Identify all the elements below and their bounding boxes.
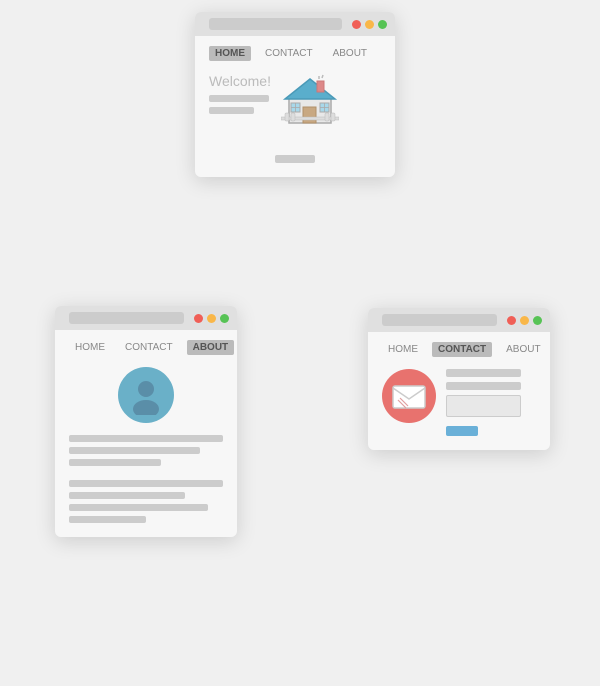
user-icon <box>126 375 166 415</box>
nav-bar-1: HOME CONTACT ABOUT <box>209 46 381 61</box>
text-bar <box>69 504 208 511</box>
url-bar-1[interactable] <box>209 18 342 30</box>
nav-home-3[interactable]: HOME <box>382 342 424 357</box>
form-field-bar <box>446 382 521 390</box>
minimize-icon-3[interactable] <box>520 316 529 325</box>
text-bar <box>69 447 200 454</box>
close-icon-1[interactable] <box>352 20 361 29</box>
text-bar <box>69 492 185 499</box>
text-bar <box>69 435 223 442</box>
form-fields <box>446 369 521 436</box>
minimize-icon-2[interactable] <box>207 314 216 323</box>
titlebar-3 <box>368 308 550 332</box>
avatar <box>118 367 174 423</box>
nav-home-2[interactable]: HOME <box>69 340 111 355</box>
minimize-icon-1[interactable] <box>365 20 374 29</box>
nav-about-3[interactable]: ABOUT <box>500 342 546 357</box>
nav-contact-3[interactable]: CONTACT <box>432 342 492 357</box>
text-bar <box>69 480 223 487</box>
nav-contact-2[interactable]: CONTACT <box>119 340 179 355</box>
bottom-placeholder-bar <box>275 155 315 163</box>
titlebar-1 <box>195 12 395 36</box>
titlebar-2 <box>55 306 237 330</box>
envelope-icon <box>392 382 426 410</box>
url-bar-3[interactable] <box>382 314 497 326</box>
placeholder-lines-1 <box>209 95 271 114</box>
submit-button[interactable] <box>446 426 478 436</box>
maximize-icon-3[interactable] <box>533 316 542 325</box>
house-icon <box>281 73 339 125</box>
mail-icon-circle <box>382 369 436 423</box>
window3-content: HOME CONTACT ABOUT <box>368 332 550 450</box>
close-icon-3[interactable] <box>507 316 516 325</box>
about-text-lines <box>69 435 223 523</box>
nav-bar-3: HOME CONTACT ABOUT <box>382 342 536 357</box>
text-bar <box>69 516 146 523</box>
form-textarea[interactable] <box>446 395 521 417</box>
placeholder-bar <box>209 107 254 114</box>
text-bar <box>69 459 161 466</box>
main-content-1: Welcome! <box>209 73 381 125</box>
nav-bar-2: HOME CONTACT ABOUT <box>69 340 223 355</box>
nav-about-1[interactable]: ABOUT <box>327 46 373 61</box>
form-field-bar <box>446 369 521 377</box>
nav-home-1[interactable]: HOME <box>209 46 251 61</box>
maximize-icon-2[interactable] <box>220 314 229 323</box>
bottom-bar-area-1 <box>209 155 381 163</box>
text-section-1: Welcome! <box>209 73 271 114</box>
welcome-heading: Welcome! <box>209 73 271 89</box>
window1-content: HOME CONTACT ABOUT Welcome! <box>195 36 395 177</box>
close-icon-2[interactable] <box>194 314 203 323</box>
maximize-icon-1[interactable] <box>378 20 387 29</box>
window2-content: HOME CONTACT ABOUT <box>55 330 237 537</box>
nav-about-2[interactable]: ABOUT <box>187 340 235 355</box>
contact-main <box>382 369 536 436</box>
browser-window-1: HOME CONTACT ABOUT Welcome! <box>195 12 395 177</box>
placeholder-bar <box>209 95 269 102</box>
browser-window-3: HOME CONTACT ABOUT <box>368 308 550 450</box>
url-bar-2[interactable] <box>69 312 184 324</box>
browser-window-2: HOME CONTACT ABOUT <box>55 306 237 537</box>
nav-contact-1[interactable]: CONTACT <box>259 46 319 61</box>
